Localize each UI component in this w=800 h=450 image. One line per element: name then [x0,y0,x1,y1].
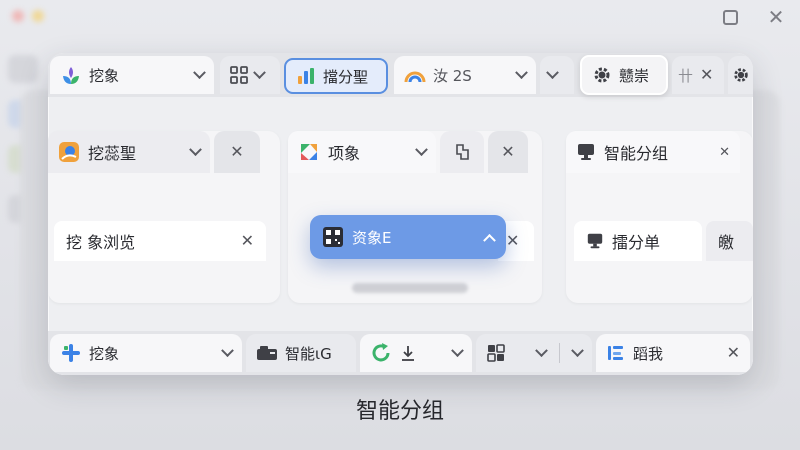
chevron-down-icon[interactable] [189,142,202,156]
orange-globe-icon [59,142,79,162]
monitor-icon [587,233,603,249]
pin-icon [456,144,469,160]
camera-icon [257,346,277,360]
chevron-down-icon[interactable] [515,65,528,79]
dragged-tab[interactable]: 资象Ε [310,215,506,259]
group-tab-label: 挖 象浏览 [66,233,136,252]
leaf-logo-icon [63,67,79,84]
tab-top-4[interactable]: 汝 2S [394,56,536,94]
tab-bottom-1[interactable]: 挖象 [50,334,242,372]
tab-group-header[interactable]: 项象 [288,131,436,173]
chevron-down-icon[interactable] [451,343,464,357]
bottom-tab-strip: 挖象 智能ιG 蹈我 ✕ [48,331,753,375]
caption: 智能分组 [355,399,444,424]
window-dot-red [12,10,24,22]
tab-top-2[interactable] [220,56,280,94]
group-tab-partial[interactable]: 皦 [706,221,753,261]
window-dot-yellow [32,10,44,22]
close-tab-icon[interactable]: ✕ [700,67,713,83]
tab-top-7-label: 卄 [678,66,694,85]
dragged-tab-label: 资象Ε [352,228,392,247]
rainbow-icon [404,71,426,83]
group-tab[interactable]: 擂分单 [574,221,702,261]
close-tab-icon[interactable]: ✕ [727,345,740,361]
tab-bottom-2[interactable]: 智能ιG [246,334,356,372]
tab-bottom-2-label: 智能ιG [285,344,332,363]
group-tab[interactable]: 挖 象浏览 ✕ [54,221,266,261]
chevron-down-icon[interactable] [571,343,584,357]
gear-icon [734,68,748,82]
tab-group-card: 挖蕊聖 ✕ 挖 象浏览 ✕ [48,131,280,303]
grid-icon [230,66,248,84]
chevron-down-icon[interactable] [193,65,206,79]
tab-top-7[interactable]: 卄 ✕ [672,56,724,94]
drop-placeholder [352,283,468,293]
chevron-up-icon[interactable] [483,233,496,247]
tab-group-header[interactable]: 智能分组 ✕ [566,131,740,173]
tab-separator [559,343,560,363]
tab-group-header[interactable]: 挖蕊聖 [48,131,210,173]
tab-top-active[interactable]: 擋分聖 [284,58,388,94]
tab-top-4-label: 汝 2S [433,66,472,85]
tab-top-focused[interactable]: 戆崇 [580,55,668,95]
group-tab-label: 擂分单 [612,233,661,252]
tab-group-extra[interactable] [440,131,484,173]
close-group-icon[interactable]: ✕ [501,144,514,160]
gear-icon [594,67,610,83]
tab-top-8[interactable] [728,56,753,94]
blue-doc-icon [608,346,623,360]
bar-chart-icon [298,68,314,84]
tab-bottom-1-label: 挖象 [89,344,120,363]
background-sidebar-item [8,55,38,83]
grid-icon [487,344,505,362]
tab-top-1-label: 挖象 [89,66,120,85]
chevron-down-icon[interactable] [546,65,559,79]
tab-top-5[interactable] [540,56,574,94]
qr-icon [323,227,343,247]
colorful-app-icon [301,144,317,160]
group-tab-partial-label: 皦 [718,233,735,252]
tab-group-close[interactable]: ✕ [488,131,528,173]
tab-group-title: 项象 [328,144,361,163]
close-group-icon[interactable]: ✕ [230,144,243,160]
tab-bottom-5-label: 蹈我 [633,344,664,363]
tab-group-title: 挖蕊聖 [88,144,137,163]
tab-top-1[interactable]: 挖象 [50,56,214,94]
close-group-icon[interactable]: ✕ [719,146,730,159]
chevron-down-icon[interactable] [253,65,266,79]
close-tab-icon[interactable]: ✕ [241,233,254,249]
tab-group-title: 智能分组 [604,144,669,163]
tab-top-focused-label: 戆崇 [619,66,650,85]
maximize-icon[interactable] [719,6,741,28]
blue-star-icon [62,344,80,362]
tab-bottom-5[interactable]: 蹈我 ✕ [596,334,750,372]
refresh-icon [372,343,390,362]
tab-grouping-panel: 挖象 擋分聖 汝 2S 戆崇 卄 ✕ 挖蕊聖 ✕ 挖 象浏览 ✕ 项象 ✕ ✕ … [48,53,753,375]
chevron-down-icon[interactable] [415,142,428,156]
tab-top-active-label: 擋分聖 [323,67,369,86]
tab-bottom-4[interactable] [476,334,592,372]
monitor-icon [578,144,594,160]
download-icon [402,346,414,361]
chevron-down-icon[interactable] [221,343,234,357]
tab-group-card: 智能分组 ✕ 擂分单 皦 [566,131,753,303]
tab-group-close[interactable]: ✕ [214,131,260,173]
close-icon[interactable]: ✕ [765,5,787,29]
close-tab-icon[interactable]: ✕ [506,233,519,249]
tab-bottom-3[interactable] [360,334,472,372]
top-tab-strip: 挖象 擋分聖 汝 2S 戆崇 卄 ✕ [48,53,753,97]
chevron-down-icon[interactable] [535,343,548,357]
